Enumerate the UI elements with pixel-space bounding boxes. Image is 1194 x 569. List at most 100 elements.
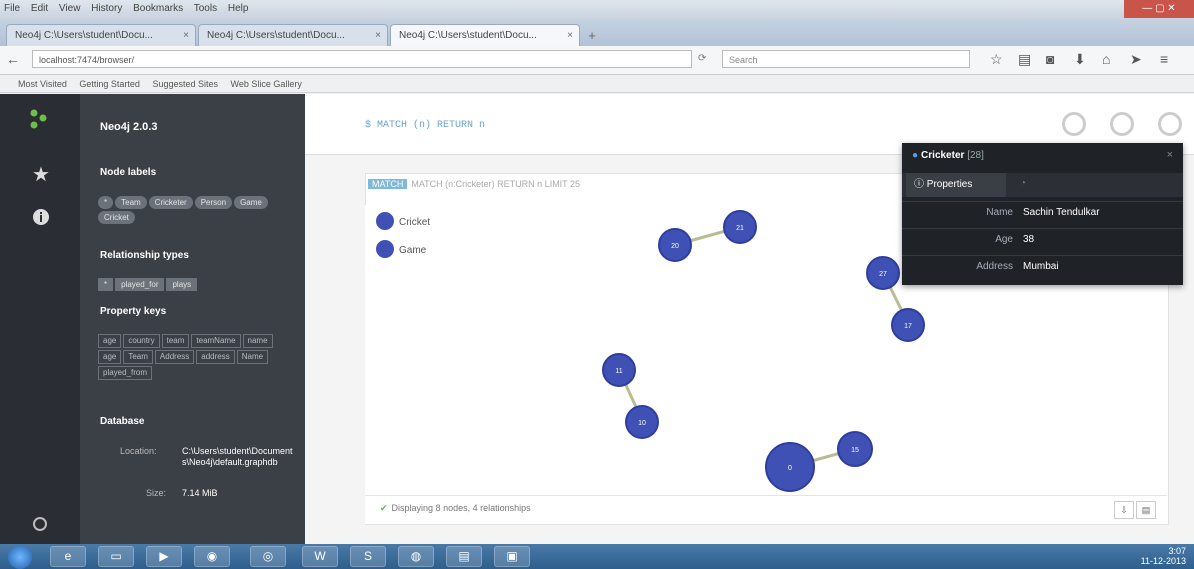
taskbar-media-icon[interactable]: ▶ bbox=[146, 546, 182, 567]
taskbar-explorer-icon[interactable]: ▭ bbox=[98, 546, 134, 567]
settings-icon[interactable] bbox=[32, 516, 48, 532]
home-icon[interactable]: ⌂ bbox=[1102, 51, 1110, 67]
table-view-button[interactable]: ▤ bbox=[1136, 501, 1156, 519]
start-button-icon[interactable] bbox=[8, 545, 32, 569]
bookmark-suggested-sites[interactable]: Suggested Sites bbox=[152, 79, 218, 89]
node-label-pill[interactable]: Game bbox=[234, 196, 268, 209]
rel-type-pill[interactable]: plays bbox=[166, 278, 198, 291]
url-bar[interactable]: localhost:7474/browser/ bbox=[32, 50, 692, 68]
location-value: C:\Users\student\Documents\Neo4j\default… bbox=[182, 446, 293, 467]
property-key-pill[interactable]: address bbox=[196, 350, 235, 364]
query-editor-text[interactable]: $ MATCH (n) RETURN n bbox=[365, 120, 485, 131]
reading-list-icon[interactable]: ▤ bbox=[1018, 51, 1031, 68]
favorite-query-button[interactable] bbox=[1062, 112, 1086, 136]
legend-swatch bbox=[376, 212, 394, 230]
size-label: Size: bbox=[146, 488, 167, 498]
close-tab-icon[interactable]: × bbox=[567, 25, 573, 46]
rel-type-pill[interactable]: * bbox=[98, 278, 114, 291]
node-label-pill[interactable]: Cricket bbox=[98, 211, 135, 224]
browser-tab-2[interactable]: Neo4j C:\Users\student\Docu... × bbox=[198, 24, 388, 46]
property-key-pill[interactable]: Team bbox=[123, 350, 153, 364]
info-circle-icon: ⓘ bbox=[914, 179, 927, 190]
search-input[interactable]: Search bbox=[722, 50, 970, 68]
run-query-button[interactable] bbox=[1110, 112, 1134, 136]
property-keys-title: Property keys bbox=[100, 306, 167, 317]
close-tab-icon[interactable]: × bbox=[183, 25, 189, 46]
menu-bookmarks[interactable]: Bookmarks bbox=[133, 3, 183, 14]
property-key-pill[interactable]: Address bbox=[154, 350, 195, 364]
taskbar-app-icon[interactable]: ▤ bbox=[446, 546, 482, 567]
favorites-star-icon[interactable]: ★ bbox=[32, 162, 50, 187]
rel-type-pill[interactable]: played_for bbox=[115, 278, 165, 291]
property-key-pill[interactable]: country bbox=[123, 334, 160, 348]
star-icon[interactable]: ☆ bbox=[990, 51, 1003, 68]
property-key-pill[interactable]: played_from bbox=[98, 366, 153, 380]
browser-tab-1[interactable]: Neo4j C:\Users\student\Docu... × bbox=[6, 24, 196, 46]
bookmarks-bar: Most Visited Getting Started Suggested S… bbox=[0, 75, 1194, 93]
property-key: Address bbox=[976, 261, 1013, 272]
taskbar-word-icon[interactable]: W bbox=[302, 546, 338, 567]
size-value: 7.14 MiB bbox=[182, 488, 218, 498]
taskbar-app-icon[interactable]: ▣ bbox=[494, 546, 530, 567]
frame-command-text: MATCH (n:Cricketer) RETURN n LIMIT 25 bbox=[411, 179, 581, 189]
property-key-pill[interactable]: age bbox=[98, 350, 122, 364]
menu-help[interactable]: Help bbox=[228, 3, 249, 14]
property-row: Age 38 bbox=[902, 228, 1183, 251]
bookmark-getting-started[interactable]: Getting Started bbox=[79, 79, 140, 89]
property-row: Address Mumbai bbox=[902, 255, 1183, 278]
taskbar-firefox-icon[interactable]: ◉ bbox=[194, 546, 230, 567]
property-key-pill[interactable]: teamName bbox=[191, 334, 241, 348]
menu-history[interactable]: History bbox=[91, 3, 122, 14]
info-icon[interactable] bbox=[32, 208, 50, 226]
title-bar: File Edit View History Bookmarks Tools H… bbox=[0, 0, 1194, 21]
clock-time: 3:07 bbox=[1168, 546, 1186, 556]
taskbar-app-icon[interactable]: ◍ bbox=[398, 546, 434, 567]
node-label-pill[interactable]: Person bbox=[194, 196, 233, 209]
bookmark-web-slice[interactable]: Web Slice Gallery bbox=[231, 79, 302, 89]
node-label-pill[interactable]: Team bbox=[115, 196, 147, 209]
send-icon[interactable]: ➤ bbox=[1130, 51, 1142, 68]
download-icon[interactable]: ⬇ bbox=[1074, 51, 1086, 68]
property-key-pill[interactable]: Name bbox=[236, 350, 269, 364]
node-label: 21 bbox=[736, 225, 744, 232]
download-result-button[interactable]: ⇩ bbox=[1114, 501, 1134, 519]
node-label: 11 bbox=[615, 368, 622, 375]
frame-command[interactable]: MATCH MATCH (n:Cricketer) RETURN n LIMIT … bbox=[368, 179, 580, 189]
property-key-pill[interactable]: name bbox=[242, 334, 273, 348]
node-label: 20 bbox=[671, 243, 679, 250]
taskbar-ie-icon[interactable]: e bbox=[50, 546, 86, 567]
tab-style-icon[interactable]: ◔ bbox=[1020, 178, 1026, 189]
tab-label: Neo4j C:\Users\student\Docu... bbox=[399, 30, 537, 41]
menu-file[interactable]: File bbox=[4, 3, 20, 14]
property-key-pill[interactable]: age bbox=[98, 334, 122, 348]
inspector-node-id: [28] bbox=[967, 150, 984, 161]
menu-icon[interactable]: ≡ bbox=[1160, 51, 1168, 67]
close-tab-icon[interactable]: × bbox=[375, 25, 381, 46]
taskbar-clock[interactable]: 3:07 11-12-2013 bbox=[1141, 546, 1186, 566]
tab-label: Neo4j C:\Users\student\Docu... bbox=[207, 30, 345, 41]
menu-edit[interactable]: Edit bbox=[31, 3, 48, 14]
tab-bar: Neo4j C:\Users\student\Docu... × Neo4j C:… bbox=[0, 20, 1194, 46]
new-tab-button[interactable]: + bbox=[583, 28, 601, 44]
node-label: 10 bbox=[638, 420, 646, 427]
clear-query-button[interactable] bbox=[1158, 112, 1182, 136]
app-icon-bar: ★ bbox=[0, 94, 80, 544]
clock-date: 11-12-2013 bbox=[1140, 556, 1186, 566]
menu-view[interactable]: View bbox=[59, 3, 81, 14]
taskbar-app-icon[interactable]: S bbox=[350, 546, 386, 567]
close-icon[interactable]: — ▢ ✕ bbox=[1124, 0, 1194, 18]
property-key-pill[interactable]: team bbox=[161, 334, 190, 348]
menu-tools[interactable]: Tools bbox=[194, 3, 217, 14]
node-label-pill[interactable]: * bbox=[98, 196, 114, 209]
tab-properties[interactable]: ⓘ Properties bbox=[906, 173, 1006, 197]
pocket-icon[interactable]: ◙ bbox=[1046, 51, 1054, 67]
reload-icon[interactable]: ⟳ bbox=[698, 53, 706, 64]
back-icon[interactable]: ← bbox=[6, 51, 20, 67]
neo4j-logo-icon[interactable] bbox=[28, 108, 50, 130]
node-label-pill[interactable]: Cricketer bbox=[148, 196, 193, 209]
window-controls[interactable]: — ▢ ✕ bbox=[1124, 0, 1194, 18]
browser-tab-3[interactable]: Neo4j C:\Users\student\Docu... × bbox=[390, 24, 580, 46]
bookmark-most-visited[interactable]: Most Visited bbox=[18, 79, 67, 89]
close-inspector-icon[interactable]: × bbox=[1167, 149, 1173, 161]
taskbar-chrome-icon[interactable]: ◎ bbox=[250, 546, 286, 567]
